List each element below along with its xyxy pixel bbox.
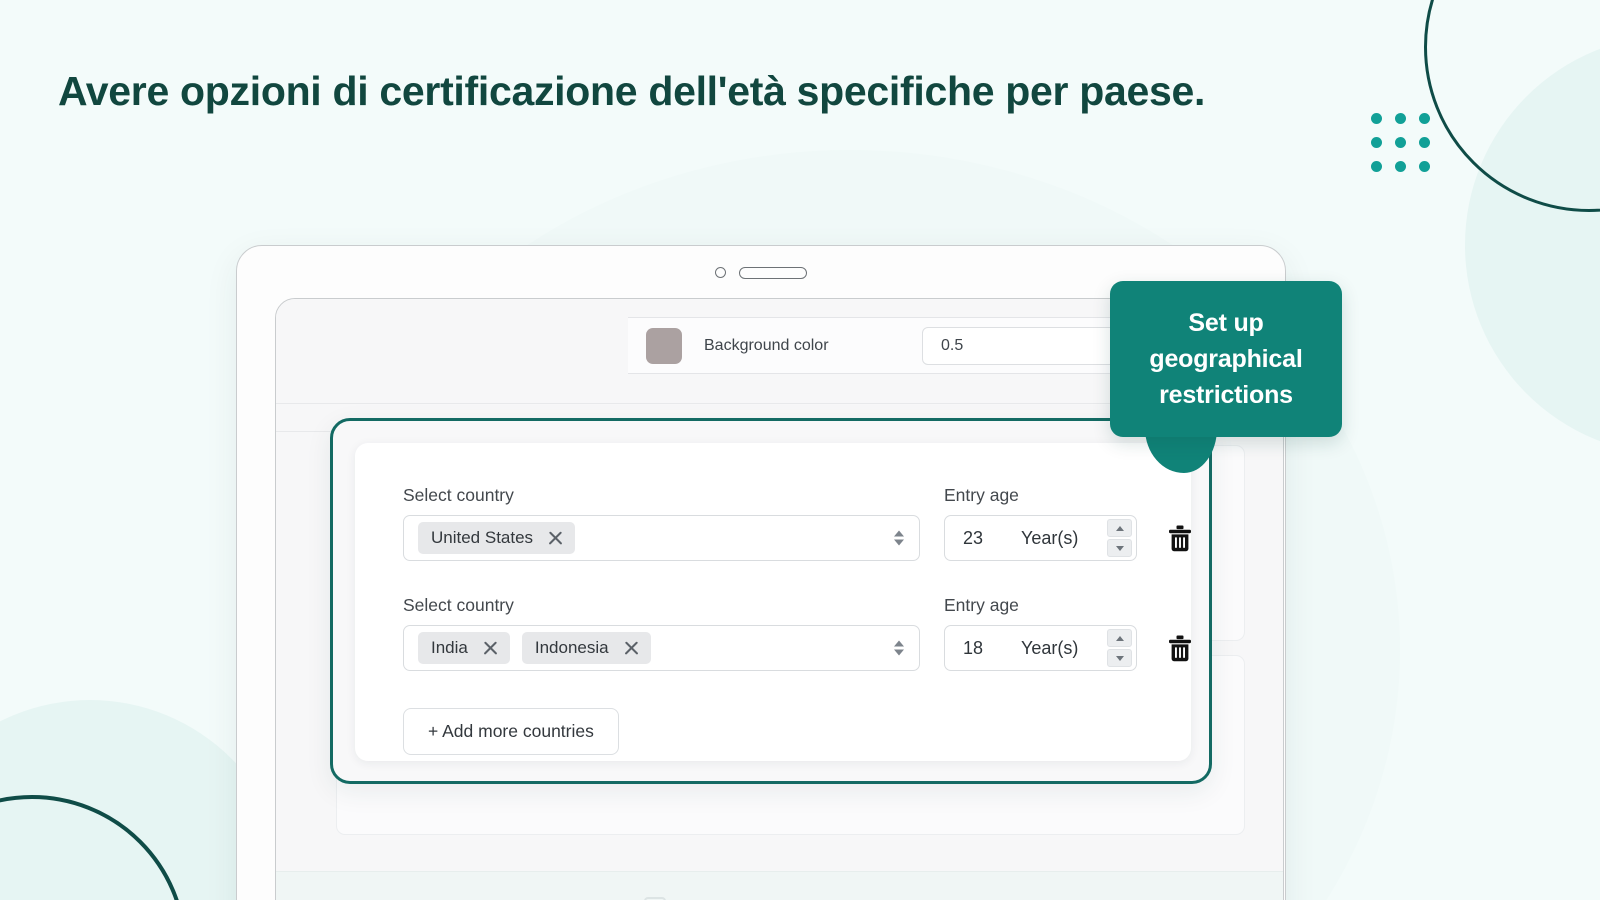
stepper-increment-button[interactable] bbox=[1107, 629, 1132, 647]
entry-age-unit: Year(s) bbox=[1021, 637, 1079, 658]
delete-row-button[interactable] bbox=[1165, 515, 1195, 561]
page-title: Avere opzioni di certificazione dell'età… bbox=[58, 68, 1206, 114]
entry-age-unit: Year(s) bbox=[1021, 527, 1079, 548]
remove-country-icon[interactable] bbox=[547, 530, 564, 547]
country-age-row: Select country India Indonesia Entry age… bbox=[403, 595, 1195, 671]
country-tag[interactable]: Indonesia bbox=[521, 632, 651, 664]
country-select-input[interactable]: United States bbox=[403, 515, 920, 561]
country-tag[interactable]: United States bbox=[418, 522, 576, 554]
speaker-grille-icon bbox=[739, 267, 807, 279]
monthly-analysis-row: Monthly analysis I don't want to receive… bbox=[276, 871, 1283, 900]
entry-age-value: 18 bbox=[963, 637, 984, 658]
stepper-decrement-button[interactable] bbox=[1107, 649, 1132, 667]
country-tag[interactable]: India bbox=[418, 632, 510, 664]
trash-icon bbox=[1169, 635, 1191, 661]
country-select-group: Select country India Indonesia bbox=[403, 595, 920, 671]
decorative-dots-grid bbox=[1371, 113, 1430, 172]
camera-icon bbox=[715, 267, 726, 278]
country-tag-label: Indonesia bbox=[534, 638, 609, 657]
entry-age-label: Entry age bbox=[944, 485, 1019, 505]
entry-age-group: Entry age 18 Year(s) bbox=[944, 595, 1137, 671]
entry-age-stepper[interactable] bbox=[1107, 629, 1132, 667]
background-color-label: Background color bbox=[704, 336, 829, 354]
chevron-updown-icon[interactable] bbox=[894, 640, 904, 656]
entry-age-stepper[interactable] bbox=[1107, 519, 1132, 557]
country-age-row: Select country United States Entry age 2… bbox=[403, 485, 1195, 561]
remove-country-icon[interactable] bbox=[482, 640, 499, 657]
background-color-swatch[interactable] bbox=[646, 327, 682, 364]
tooltip-text: Set up geographical restrictions bbox=[1149, 308, 1303, 410]
remove-country-icon[interactable] bbox=[623, 640, 640, 657]
add-more-countries-button[interactable]: + Add more countries bbox=[403, 708, 619, 755]
entry-age-value: 23 bbox=[963, 527, 984, 548]
monthly-analysis-checkbox[interactable] bbox=[644, 896, 666, 900]
entry-age-input[interactable]: 23 Year(s) bbox=[944, 515, 1137, 561]
country-tag-label: United States bbox=[431, 528, 534, 547]
chevron-updown-icon[interactable] bbox=[894, 530, 904, 546]
country-select-input[interactable]: India Indonesia bbox=[403, 625, 920, 671]
entry-age-label: Entry age bbox=[944, 595, 1019, 615]
tooltip-callout: Set up geographical restrictions bbox=[1110, 281, 1342, 437]
page-root: Avere opzioni di certificazione dell'età… bbox=[0, 0, 1600, 900]
select-country-label: Select country bbox=[403, 485, 514, 505]
geographical-restrictions-modal: Select country United States Entry age 2… bbox=[330, 418, 1212, 784]
trash-icon bbox=[1169, 525, 1191, 551]
modal-card: Select country United States Entry age 2… bbox=[355, 443, 1191, 761]
delete-row-button[interactable] bbox=[1165, 625, 1195, 671]
stepper-decrement-button[interactable] bbox=[1107, 539, 1132, 557]
stepper-increment-button[interactable] bbox=[1107, 519, 1132, 537]
select-country-label: Select country bbox=[403, 595, 514, 615]
entry-age-input[interactable]: 18 Year(s) bbox=[944, 625, 1137, 671]
country-tag-label: India bbox=[431, 638, 468, 657]
decorative-ring-top-right bbox=[1424, 0, 1600, 212]
country-select-group: Select country United States bbox=[403, 485, 920, 561]
entry-age-group: Entry age 23 Year(s) bbox=[944, 485, 1137, 561]
